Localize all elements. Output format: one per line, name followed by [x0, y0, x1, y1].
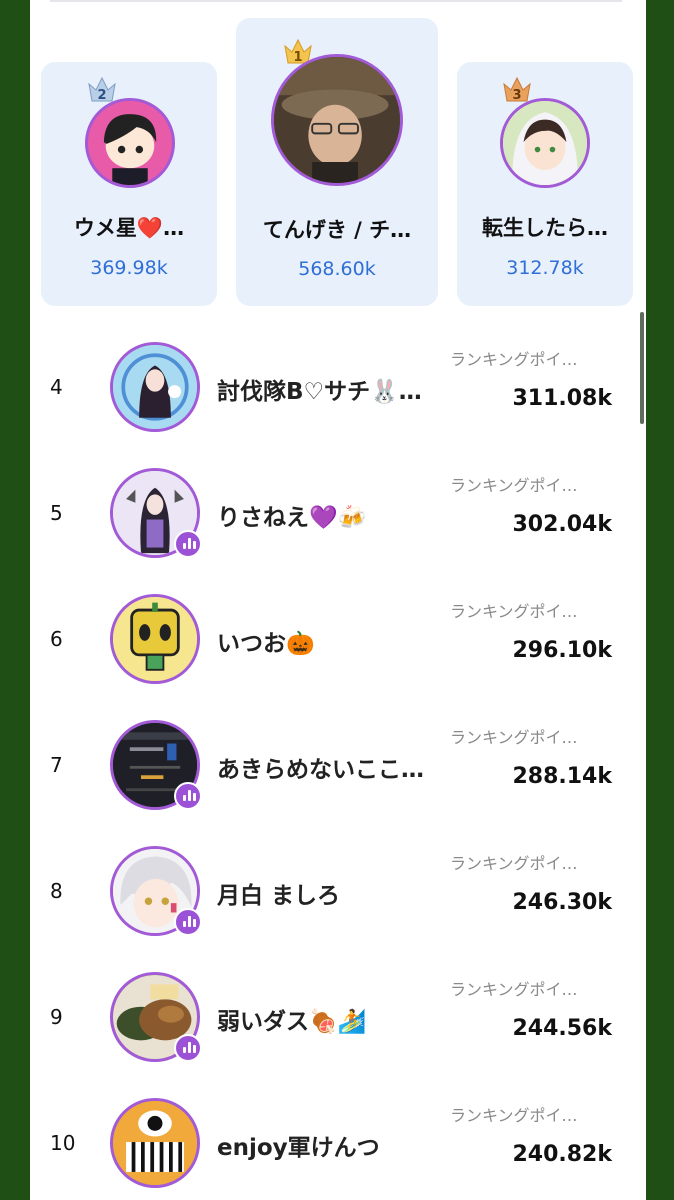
live-stats-icon: [174, 530, 202, 558]
avatar[interactable]: [500, 98, 590, 188]
ranking-points: 240.82k: [512, 1142, 612, 1167]
rank-number: 6: [50, 627, 63, 651]
rank-number: 8: [50, 879, 63, 903]
svg-text:3: 3: [512, 88, 521, 103]
divider: [50, 0, 622, 2]
ranking-row[interactable]: 4 討伐隊B♡サチ🐰… ランキングポイ… 311.08k: [30, 324, 646, 450]
ranking-points: 302.04k: [512, 512, 612, 537]
ranking-row[interactable]: 8 月白 ましろ ランキングポイ… 246.30k: [30, 828, 646, 954]
ranking-points: 568.60k: [298, 258, 376, 280]
streamer-name: 月白 ましろ: [217, 883, 341, 909]
rank-number: 7: [50, 753, 63, 777]
rank-number: 5: [50, 501, 63, 525]
ranking-row[interactable]: 7 あきらめないここ… ランキングポイ… 288.14k: [30, 702, 646, 828]
ranking-points: 311.08k: [512, 386, 612, 411]
crown-icon: 3: [503, 76, 531, 103]
crown-icon: 2: [88, 76, 116, 103]
streamer-name: enjoy軍けんつ: [217, 1135, 380, 1161]
ranking-row[interactable]: 5 りさねえ💜🍻 ランキングポイ… 302.04k: [30, 450, 646, 576]
podium-card-2[interactable]: 2 ウメ星❤️… 369.98k: [41, 62, 217, 306]
ranking-row[interactable]: 10 enjoy軍けんつ ランキングポイ… 240.82k: [30, 1080, 646, 1200]
live-stats-icon: [174, 1034, 202, 1062]
podium-card-1[interactable]: 1 てんげき / チ… 568.60k: [236, 18, 438, 306]
points-label: ランキングポイ…: [450, 350, 578, 369]
avatar[interactable]: [85, 98, 175, 188]
avatar[interactable]: [110, 1098, 200, 1188]
streamer-name: てんげき / チ…: [262, 218, 412, 242]
streamer-name: 転生したら…: [482, 216, 608, 240]
rank-number: 10: [50, 1131, 76, 1155]
ranking-row[interactable]: 9 弱いダス🍖🏄 ランキングポイ… 244.56k: [30, 954, 646, 1080]
streamer-name: いつお🎃: [217, 631, 315, 657]
ranking-points: 246.30k: [512, 890, 612, 915]
points-label: ランキングポイ…: [450, 854, 578, 873]
streamer-name: 討伐隊B♡サチ🐰…: [217, 379, 422, 405]
streamer-name: ウメ星❤️…: [73, 216, 185, 240]
rank-number: 4: [50, 375, 63, 399]
ranking-points: 244.56k: [512, 1016, 612, 1041]
live-stats-icon: [174, 782, 202, 810]
streamer-name: りさねえ💜🍻: [217, 505, 367, 531]
streamer-name: あきらめないここ…: [217, 757, 424, 783]
points-label: ランキングポイ…: [450, 980, 578, 999]
ranking-points: 369.98k: [90, 257, 168, 279]
podium-card-3[interactable]: 3 転生したら… 312.78k: [457, 62, 633, 306]
points-label: ランキングポイ…: [450, 728, 578, 747]
ranking-points: 296.10k: [512, 638, 612, 663]
ranking-row[interactable]: 6 いつお🎃 ランキングポイ… 296.10k: [30, 576, 646, 702]
points-label: ランキングポイ…: [450, 1106, 578, 1125]
live-stats-icon: [174, 908, 202, 936]
svg-text:2: 2: [97, 88, 106, 103]
rank-number: 9: [50, 1005, 63, 1029]
ranking-points: 312.78k: [506, 257, 584, 279]
points-label: ランキングポイ…: [450, 476, 578, 495]
svg-text:1: 1: [293, 50, 302, 65]
streamer-name: 弱いダス🍖🏄: [217, 1009, 367, 1035]
ranking-points: 288.14k: [512, 764, 612, 789]
avatar[interactable]: [110, 342, 200, 432]
scrollbar[interactable]: [640, 312, 644, 424]
ranking-panel: 2 ウメ星❤️… 369.98k 1 てんげき / チ… 568.60k 3 転…: [30, 0, 646, 1200]
points-label: ランキングポイ…: [450, 602, 578, 621]
avatar[interactable]: [110, 594, 200, 684]
avatar[interactable]: [271, 54, 403, 186]
